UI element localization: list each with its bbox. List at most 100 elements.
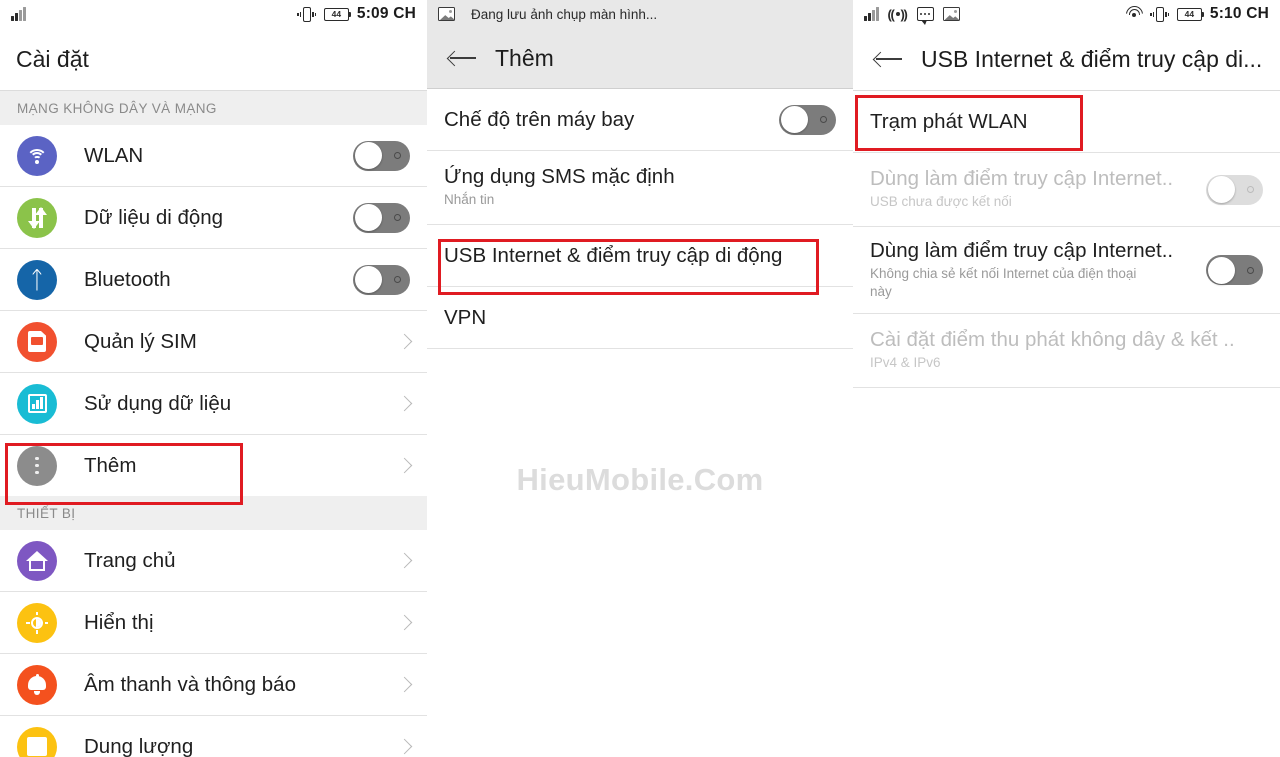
- row-label: Dùng làm điểm truy cập Internet..: [870, 167, 1174, 191]
- divider: [427, 348, 853, 349]
- bell-icon: [17, 664, 57, 705]
- row-label: Cài đặt điểm thu phát không dây & kết ..: [870, 328, 1235, 352]
- vibrate-icon: [297, 6, 317, 22]
- sms-icon: [916, 7, 934, 25]
- row-label: Dữ liệu di động: [84, 205, 224, 229]
- list-item-vpn[interactable]: VPN: [427, 287, 853, 348]
- status-bar-left-icons: [11, 7, 26, 21]
- settings-main-screen: 44 5:09 CH Cài đặt MẠNG KHÔNG DÂY VÀ MẠN…: [0, 0, 427, 757]
- list-item-airplane-mode[interactable]: Chế độ trên máy bay: [427, 89, 853, 150]
- row-label: Âm thanh và thông báo: [84, 672, 296, 696]
- list-item-usb-tethering: Dùng làm điểm truy cập Internet.. USB ch…: [853, 153, 1280, 226]
- airplane-mode-toggle[interactable]: [779, 104, 836, 135]
- back-arrow-icon[interactable]: [443, 38, 483, 78]
- wifi-icon: [17, 135, 57, 176]
- radio-waves-icon: (()): [887, 6, 908, 22]
- divider: [853, 387, 1280, 388]
- battery-icon: 44: [323, 7, 352, 21]
- row-label: Quản lý SIM: [84, 329, 197, 353]
- page-title: Cài đặt: [16, 45, 89, 72]
- row-subtitle: IPv4 & IPv6: [870, 355, 941, 371]
- section-header-wireless: MẠNG KHÔNG DÂY VÀ MẠNG: [0, 91, 427, 125]
- battery-icon: 44: [1176, 7, 1205, 21]
- bluetooth-icon: ᛏ: [17, 259, 57, 300]
- sidebar-item-wlan[interactable]: WLAN: [0, 125, 427, 186]
- list-item-bluetooth-tethering[interactable]: Dùng làm điểm truy cập Internet.. Không …: [853, 227, 1280, 313]
- data-usage-icon: [17, 383, 57, 424]
- page-title: USB Internet & điểm truy cập di...: [921, 45, 1263, 72]
- three-screenshot-collage: 44 5:09 CH Cài đặt MẠNG KHÔNG DÂY VÀ MẠN…: [0, 0, 1280, 757]
- mobile-data-icon: [17, 197, 57, 238]
- row-label: Chế độ trên máy bay: [444, 107, 635, 131]
- signal-bars-icon: [864, 7, 879, 21]
- bluetooth-tethering-toggle[interactable]: [1206, 255, 1263, 285]
- status-bar-panel1: 44 5:09 CH: [0, 0, 427, 28]
- row-subtitle: Không chia sẻ kết nối Internet của điện …: [870, 265, 1137, 299]
- hotspot-icon: [1125, 6, 1143, 22]
- more-dots-icon: [17, 445, 57, 486]
- sidebar-item-display[interactable]: Hiển thị: [0, 592, 427, 653]
- wlan-toggle[interactable]: [353, 140, 410, 171]
- bluetooth-toggle[interactable]: [353, 264, 410, 295]
- sidebar-item-more[interactable]: Thêm: [0, 435, 427, 496]
- image-icon: [942, 7, 960, 21]
- row-label: Sử dụng dữ liệu: [84, 391, 232, 415]
- row-label: Dùng làm điểm truy cập Internet..: [870, 238, 1174, 262]
- usb-internet-hotspot-screen: (()) 44 5:10 CH USB Internet & điểm truy…: [853, 0, 1280, 757]
- sidebar-item-sim-management[interactable]: Quản lý SIM: [0, 311, 427, 372]
- home-icon: [17, 540, 57, 581]
- vibrate-icon: [1150, 6, 1170, 22]
- status-bar-clock: 5:10 CH: [1209, 5, 1269, 22]
- chevron-right-icon: [396, 395, 413, 412]
- app-bar-panel3: USB Internet & điểm truy cập di...: [853, 28, 1280, 90]
- row-subtitle: USB chưa được kết nối: [870, 194, 1012, 210]
- status-bar-left-icons: Đang lưu ảnh chụp màn hình...: [438, 7, 657, 22]
- section-header-device: THIẾT BỊ: [0, 496, 427, 530]
- sidebar-item-home[interactable]: Trang chủ: [0, 530, 427, 591]
- status-bar-right-icons: 44 5:10 CH: [1125, 5, 1269, 23]
- row-label: Dung lượng: [84, 734, 194, 757]
- list-item-usb-internet-hotspot[interactable]: USB Internet & điểm truy cập di động: [427, 225, 853, 286]
- sidebar-item-storage[interactable]: Dung lượng: [0, 716, 427, 757]
- list-item-default-sms-app[interactable]: Ứng dụng SMS mặc định Nhắn tin: [427, 151, 853, 224]
- chevron-right-icon: [396, 457, 413, 474]
- list-item-wlan-hotspot[interactable]: Trạm phát WLAN: [853, 91, 1280, 152]
- status-bar-clock: 5:09 CH: [356, 5, 416, 22]
- sidebar-item-data-usage[interactable]: Sử dụng dữ liệu: [0, 373, 427, 434]
- chevron-right-icon: [396, 676, 413, 693]
- more-settings-screen: Đang lưu ảnh chụp màn hình... Thêm Chế đ…: [427, 0, 853, 757]
- chevron-right-icon: [396, 333, 413, 350]
- row-label: Bluetooth: [84, 267, 171, 291]
- row-label: VPN: [444, 305, 487, 329]
- status-bar-left-icons: (()): [864, 6, 960, 25]
- signal-bars-icon: [11, 7, 26, 21]
- screenshot-saving-note: Đang lưu ảnh chụp màn hình...: [471, 6, 658, 22]
- usb-tethering-toggle: [1206, 174, 1263, 205]
- row-label: USB Internet & điểm truy cập di động: [444, 243, 783, 267]
- image-icon: [438, 7, 455, 21]
- sidebar-item-mobile-data[interactable]: Dữ liệu di động: [0, 187, 427, 248]
- status-bar-panel2: Đang lưu ảnh chụp màn hình...: [427, 0, 853, 28]
- brightness-icon: [17, 602, 57, 643]
- sidebar-item-bluetooth[interactable]: ᛏ Bluetooth: [0, 249, 427, 310]
- row-label: WLAN: [84, 143, 144, 167]
- watermark: HieuMobile.Com: [516, 462, 764, 497]
- row-label: Thêm: [84, 453, 137, 477]
- storage-icon: [17, 726, 57, 757]
- back-arrow-icon[interactable]: [869, 39, 909, 79]
- status-bar-right-icons: 44 5:09 CH: [297, 5, 416, 23]
- chevron-right-icon: [396, 738, 413, 755]
- battery-level-label: 44: [1184, 8, 1195, 19]
- chevron-right-icon: [396, 552, 413, 569]
- page-title: Thêm: [495, 44, 554, 71]
- status-bar-panel3: (()) 44 5:10 CH: [853, 0, 1280, 28]
- battery-level-label: 44: [331, 8, 342, 19]
- sidebar-item-sound-notification[interactable]: Âm thanh và thông báo: [0, 654, 427, 715]
- app-bar-panel2: Thêm: [427, 28, 853, 88]
- sim-card-icon: [17, 321, 57, 362]
- row-label: Trạm phát WLAN: [870, 109, 1028, 133]
- app-bar-panel1: Cài đặt: [0, 28, 427, 90]
- mobile-data-toggle[interactable]: [353, 202, 410, 233]
- row-label: Ứng dụng SMS mặc định: [444, 165, 675, 189]
- list-item-hotspot-settings: Cài đặt điểm thu phát không dây & kết ..…: [853, 314, 1280, 387]
